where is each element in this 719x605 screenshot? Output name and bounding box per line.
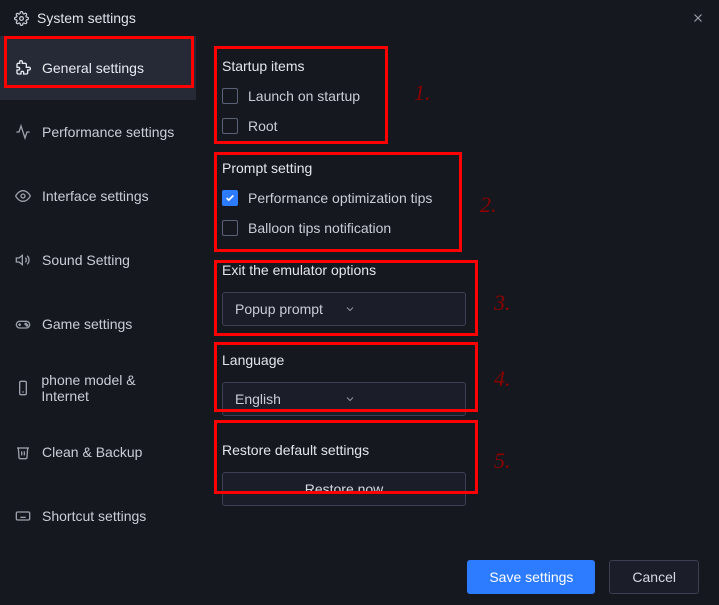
window-title: System settings xyxy=(37,10,136,26)
startup-title: Startup items xyxy=(222,58,693,74)
gear-icon xyxy=(14,11,29,26)
root-label: Root xyxy=(248,118,278,134)
prompt-title: Prompt setting xyxy=(222,160,693,176)
footer: Save settings Cancel xyxy=(0,549,719,605)
restore-now-button[interactable]: Restore now xyxy=(222,472,466,506)
eye-icon xyxy=(14,188,32,204)
sidebar-item-shortcut[interactable]: Shortcut settings xyxy=(0,484,196,548)
sidebar-item-label: Game settings xyxy=(42,316,132,332)
launch-checkbox[interactable] xyxy=(222,88,238,104)
cancel-button[interactable]: Cancel xyxy=(609,560,699,594)
sidebar-item-label: General settings xyxy=(42,60,144,76)
chevron-down-icon xyxy=(344,303,453,315)
section-language: Language English xyxy=(222,352,693,416)
trash-icon xyxy=(14,444,32,460)
keyboard-icon xyxy=(14,508,32,524)
section-restore: Restore default settings Restore now xyxy=(222,442,693,506)
language-title: Language xyxy=(222,352,693,368)
sidebar-item-interface[interactable]: Interface settings xyxy=(0,164,196,228)
activity-icon xyxy=(14,124,32,140)
sidebar-item-label: Performance settings xyxy=(42,124,174,140)
language-select[interactable]: English xyxy=(222,382,466,416)
section-exit: Exit the emulator options Popup prompt xyxy=(222,262,693,326)
sidebar-item-label: Interface settings xyxy=(42,188,149,204)
sidebar-item-label: Clean & Backup xyxy=(42,444,142,460)
sidebar-item-label: Sound Setting xyxy=(42,252,130,268)
save-button[interactable]: Save settings xyxy=(467,560,595,594)
content: Startup items Launch on startup Root Pro… xyxy=(196,36,719,549)
sidebar-item-performance[interactable]: Performance settings xyxy=(0,100,196,164)
close-icon[interactable] xyxy=(691,11,705,25)
sidebar-item-label: Shortcut settings xyxy=(42,508,146,524)
sidebar-item-general[interactable]: General settings xyxy=(0,36,196,100)
gamepad-icon xyxy=(14,316,32,332)
sidebar-item-game[interactable]: Game settings xyxy=(0,292,196,356)
smartphone-icon xyxy=(14,380,31,396)
root-checkbox[interactable] xyxy=(222,118,238,134)
sidebar: General settings Performance settings In… xyxy=(0,36,196,549)
exit-select-value: Popup prompt xyxy=(235,301,344,317)
section-prompt: Prompt setting Performance optimization … xyxy=(222,160,693,236)
exit-title: Exit the emulator options xyxy=(222,262,693,278)
sidebar-item-label: phone model & Internet xyxy=(41,372,182,404)
launch-label: Launch on startup xyxy=(248,88,360,104)
balloon-checkbox[interactable] xyxy=(222,220,238,236)
balloon-label: Balloon tips notification xyxy=(248,220,391,236)
section-startup: Startup items Launch on startup Root xyxy=(222,58,693,134)
chevron-down-icon xyxy=(344,393,453,405)
language-select-value: English xyxy=(235,391,344,407)
sidebar-item-sound[interactable]: Sound Setting xyxy=(0,228,196,292)
sidebar-item-phone[interactable]: phone model & Internet xyxy=(0,356,196,420)
restore-title: Restore default settings xyxy=(222,442,693,458)
perf-tips-checkbox[interactable] xyxy=(222,190,238,206)
titlebar: System settings xyxy=(0,0,719,36)
volume-icon xyxy=(14,252,32,268)
puzzle-icon xyxy=(14,60,32,76)
exit-select[interactable]: Popup prompt xyxy=(222,292,466,326)
sidebar-item-clean[interactable]: Clean & Backup xyxy=(0,420,196,484)
perf-tips-label: Performance optimization tips xyxy=(248,190,432,206)
